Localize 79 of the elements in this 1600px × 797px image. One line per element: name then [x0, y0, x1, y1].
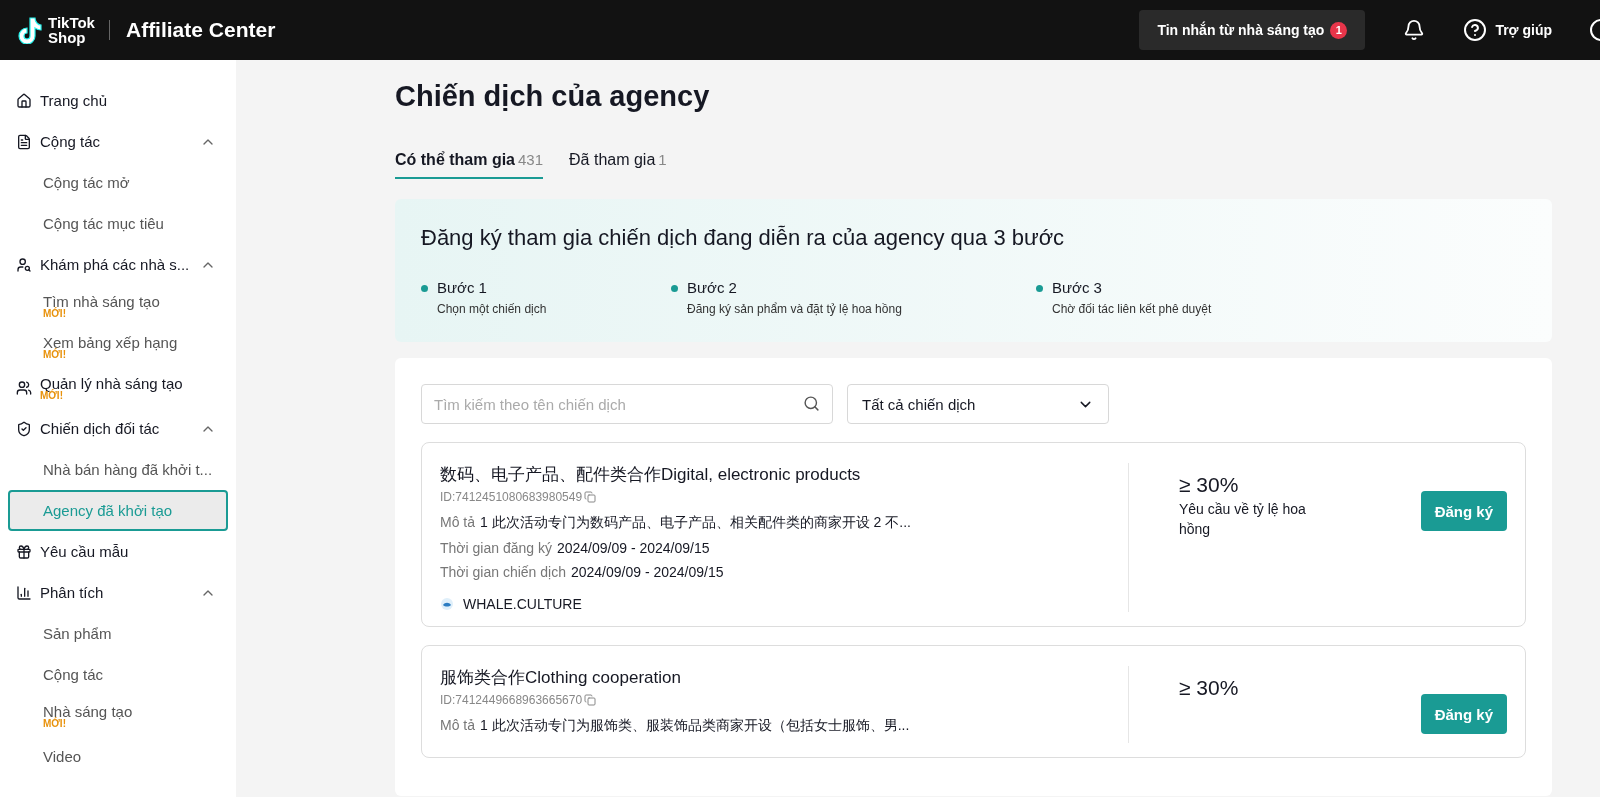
step-dot: [421, 285, 428, 292]
commission-label: Yêu cầu về tỷ lệ hoa hồng: [1179, 500, 1307, 539]
users-icon: [16, 379, 32, 396]
campaign-description: Mô tả 1 此次活动专门为数码产品、电子产品、相关配件类的商家开设 2 不...: [440, 514, 912, 532]
sidebar-item[interactable]: Cộng tác: [8, 654, 228, 695]
sidebar-label: Trang chủ: [40, 92, 108, 109]
sidebar-item[interactable]: Yêu cầu mẫu: [8, 531, 228, 572]
gift-icon: [16, 543, 32, 560]
count-badge: 1: [1330, 21, 1348, 39]
sidebar-item[interactable]: Nhà sáng tạo MỚI!: [8, 695, 228, 736]
sidebar-label: Cộng tác: [43, 666, 105, 683]
campaign-filter-dropdown[interactable]: Tất cả chiến dịch: [847, 384, 1109, 424]
home-icon: [16, 92, 32, 109]
user-search-icon: [16, 256, 32, 273]
new-label: MỚI!: [43, 308, 66, 319]
campaign-id: ID:7412449668963665670: [440, 693, 583, 707]
sidebar-group[interactable]: Khám phá các nhà s...: [8, 244, 228, 285]
logo-subtext: Shop: [48, 30, 87, 45]
sidebar-label: Yêu cầu mẫu: [40, 543, 130, 560]
step-dot: [1036, 285, 1043, 292]
search-icon[interactable]: [803, 395, 820, 412]
step-description: Đăng ký sản phẩm và đặt tỷ lệ hoa hồng: [687, 302, 902, 316]
sidebar-item[interactable]: Xem bảng xếp hạng MỚI!: [8, 326, 228, 367]
step-title: Bước 2: [687, 279, 738, 296]
sidebar-label: Chiến dịch đối tác: [40, 420, 161, 437]
campaign-description: Mô tả 1 此次活动专门为服饰类、服装饰品类商家开设（包括女士服饰、男...: [440, 717, 911, 735]
step-description: Chờ đối tác liên kết phê duyệt: [1052, 302, 1212, 316]
new-label: MỚI!: [43, 349, 66, 360]
campaign-title: 服饰类合作Clothing cooperation: [440, 667, 682, 689]
sidebar-item[interactable]: Quản lý nhà sáng tạo MỚI!: [8, 367, 228, 408]
sidebar-label: Video: [43, 748, 83, 765]
tab[interactable]: Có thể tham gia 431: [395, 151, 544, 179]
commission-rate: ≥ 30%: [1179, 473, 1240, 497]
whale-logo-icon: [440, 597, 454, 611]
campaign-title: 数码、电子产品、配件类合作Digital, electronic products: [440, 464, 862, 486]
messages-button[interactable]: Tin nhắn từ nhà sáng tạo 1: [1139, 10, 1366, 50]
sidebar-label: Agency đã khởi tạo: [43, 502, 174, 519]
sidebar-item[interactable]: Sản phẩm: [8, 613, 228, 654]
sidebar-group[interactable]: Cộng tác: [8, 121, 228, 162]
commission-rate: ≥ 30%: [1179, 676, 1239, 700]
sidebar-label: Cộng tác: [40, 133, 102, 150]
sidebar-label: Cộng tác mục tiêu: [43, 215, 165, 232]
sidebar-item[interactable]: Video: [8, 736, 228, 777]
sidebar-label: Cộng tác mở: [43, 174, 131, 191]
owner-name: WHALE.CULTURE: [463, 596, 582, 612]
bell-icon: [1403, 19, 1426, 41]
logo-text: TikTok: [48, 15, 95, 30]
chart-icon: [16, 584, 32, 601]
sidebar-item[interactable]: Trang chủ: [8, 80, 228, 121]
app-title: Affiliate Center: [125, 18, 276, 42]
sidebar-item[interactable]: Tìm nhà sáng tạo MỚI!: [8, 285, 228, 326]
search-field[interactable]: Tìm kiếm theo tên chiến dịch: [421, 384, 833, 424]
document-icon: [16, 133, 32, 150]
sidebar-item[interactable]: Cộng tác mở: [8, 162, 228, 203]
notifications-button[interactable]: [1403, 19, 1426, 41]
sidebar-label: Nhà bán hàng đã khởi t...: [43, 461, 214, 478]
sidebar-label: Phân tích: [40, 584, 105, 601]
shield-icon: [16, 420, 32, 437]
new-label: MỚI!: [43, 718, 66, 729]
banner-title: Đăng ký tham gia chiến dịch đang diễn ra của agency qua 3 bước: [421, 225, 1066, 251]
registration-period: Thời gian đăng ký 2024/09/09 - 2024/09/15: [440, 540, 711, 556]
step-title: Bước 3: [1052, 279, 1103, 296]
tab[interactable]: Đã tham gia 1: [569, 151, 667, 179]
campaign-id: ID:7412451080683980549: [440, 490, 583, 504]
step-description: Chọn một chiến dịch: [437, 302, 547, 316]
sidebar-group[interactable]: Chiến dịch đối tác: [8, 408, 228, 449]
help-button[interactable]: Trợ giúp: [1463, 18, 1552, 42]
step-title: Bước 1: [437, 279, 488, 296]
help-icon: [1463, 18, 1488, 42]
sidebar-item[interactable]: Nhà bán hàng đã khởi t...: [8, 449, 228, 490]
page-title: Chiến dịch của agency: [395, 80, 711, 113]
sidebar-group[interactable]: Phân tích: [8, 572, 228, 613]
sidebar-item[interactable]: Cộng tác mục tiêu: [8, 203, 228, 244]
sidebar-label: Khám phá các nhà s...: [40, 256, 191, 273]
new-label: MỚI!: [40, 390, 63, 401]
step-dot: [671, 285, 678, 292]
campaign-period: Thời gian chiến dịch 2024/09/09 - 2024/09/15: [440, 564, 725, 580]
music-note-logo-icon: [16, 16, 42, 44]
sidebar-label: Sản phẩm: [43, 625, 113, 642]
